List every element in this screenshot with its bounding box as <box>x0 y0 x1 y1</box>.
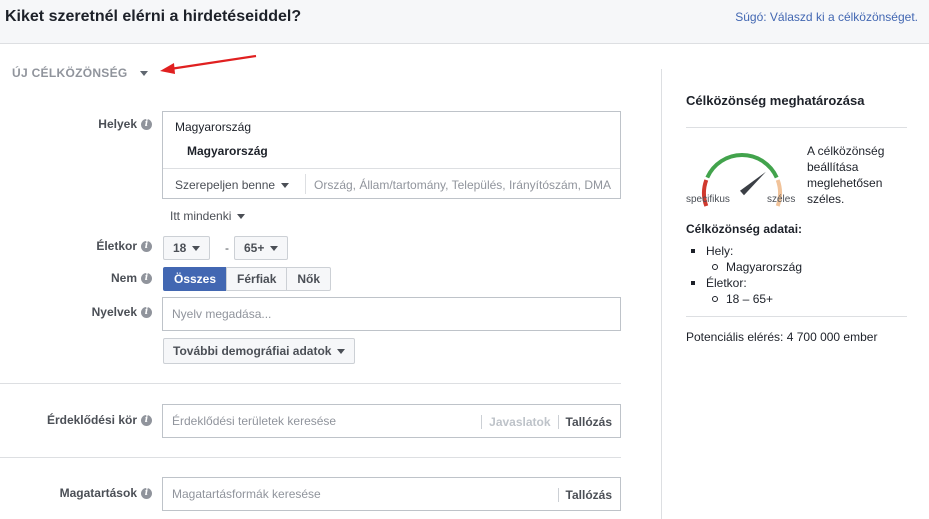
locations-label: Helyek i <box>0 117 152 131</box>
chevron-down-icon <box>192 245 201 251</box>
new-audience-dropdown[interactable]: ÚJ CÉLKÖZÖNSÉG <box>12 66 148 80</box>
interests-input[interactable]: Érdeklődési területek keresése Javaslato… <box>162 404 621 438</box>
more-demographics-button[interactable]: További demográfiai adatok <box>163 338 356 364</box>
behaviors-input[interactable]: Magatartásformák keresése Tallózás <box>162 477 621 511</box>
gender-label: Nem i <box>0 271 152 285</box>
chevron-down-icon <box>270 245 279 251</box>
location-search-input[interactable]: Ország, Állam/tartomány, Település, Irán… <box>314 178 614 192</box>
details-title: Célközönség adatai: <box>686 222 803 236</box>
info-icon[interactable]: i <box>141 272 152 284</box>
potential-reach: Potenciális elérés: 4 700 000 ember <box>686 330 878 344</box>
languages-label: Nyelvek i <box>0 305 152 319</box>
divider <box>0 383 621 384</box>
section-title: ÚJ CÉLKÖZÖNSÉG <box>12 66 128 80</box>
chevron-down-icon <box>337 348 346 354</box>
info-icon[interactable]: i <box>141 487 152 499</box>
help-link[interactable]: Súgó: Válaszd ki a célközönséget. <box>735 10 918 24</box>
gender-option-men[interactable]: Férfiak <box>226 267 288 291</box>
location-selected[interactable]: Magyarország <box>187 144 268 158</box>
interests-browse-button[interactable]: Tallózás <box>566 415 620 429</box>
chevron-down-icon <box>139 70 148 76</box>
age-min-dropdown[interactable]: 18 <box>163 236 211 260</box>
location-country: Magyarország <box>175 120 252 134</box>
list-item: Életkor: <box>686 275 907 291</box>
gauge-left-label: specifikus <box>686 194 730 205</box>
details-list: Hely: Magyarország Életkor: 18 – 65+ <box>686 243 907 307</box>
gauge-right-label: széles <box>767 194 796 205</box>
suggestions-button[interactable]: Javaslatok <box>489 415 550 429</box>
divider <box>661 69 662 519</box>
locations-box: Magyarország Magyarország Szerepeljen be… <box>162 111 621 199</box>
gender-option-all[interactable]: Összes <box>163 267 228 291</box>
languages-input[interactable]: Nyelv megadása... <box>162 297 621 331</box>
list-item: Hely: <box>686 243 907 259</box>
behaviors-browse-button[interactable]: Tallózás <box>566 488 620 502</box>
audience-details: Célközönség adatai: Hely: Magyarország É… <box>686 222 907 344</box>
page-title: Kiket szeretnél elérni a hirdetéseiddel? <box>5 8 302 25</box>
gauge-description: A célközönség beállítása meglehetősen sz… <box>807 144 885 206</box>
list-item: 18 – 65+ <box>686 291 907 307</box>
location-scope-dropdown[interactable]: Itt mindenki <box>170 209 246 223</box>
list-item: Magyarország <box>686 259 907 275</box>
info-icon[interactable]: i <box>141 414 152 426</box>
chevron-down-icon <box>281 182 290 188</box>
behaviors-label: Magatartások i <box>0 486 152 500</box>
top-bar: Kiket szeretnél elérni a hirdetéseiddel?… <box>0 0 929 44</box>
include-mode-dropdown[interactable]: Szerepeljen benne <box>175 178 290 192</box>
age-max-dropdown[interactable]: 65+ <box>234 236 289 260</box>
gender-option-women[interactable]: Nők <box>286 267 332 291</box>
audience-definition-panel: Célközönség meghatározása specifikus szé… <box>686 93 907 344</box>
divider <box>305 174 306 194</box>
divider <box>163 168 620 169</box>
panel-title: Célközönség meghatározása <box>686 93 865 108</box>
age-label: Életkor i <box>0 239 152 253</box>
annotation-arrow-icon <box>160 54 257 74</box>
info-icon[interactable]: i <box>141 306 152 318</box>
interests-label: Érdeklődési kör i <box>0 413 152 427</box>
divider <box>0 457 621 458</box>
gender-selector: Összes Férfiak Nők <box>163 267 332 291</box>
info-icon[interactable]: i <box>141 240 152 252</box>
gauge-needle <box>740 171 766 196</box>
info-icon[interactable]: i <box>141 118 152 130</box>
chevron-down-icon <box>237 213 246 219</box>
age-separator: - <box>225 241 229 255</box>
